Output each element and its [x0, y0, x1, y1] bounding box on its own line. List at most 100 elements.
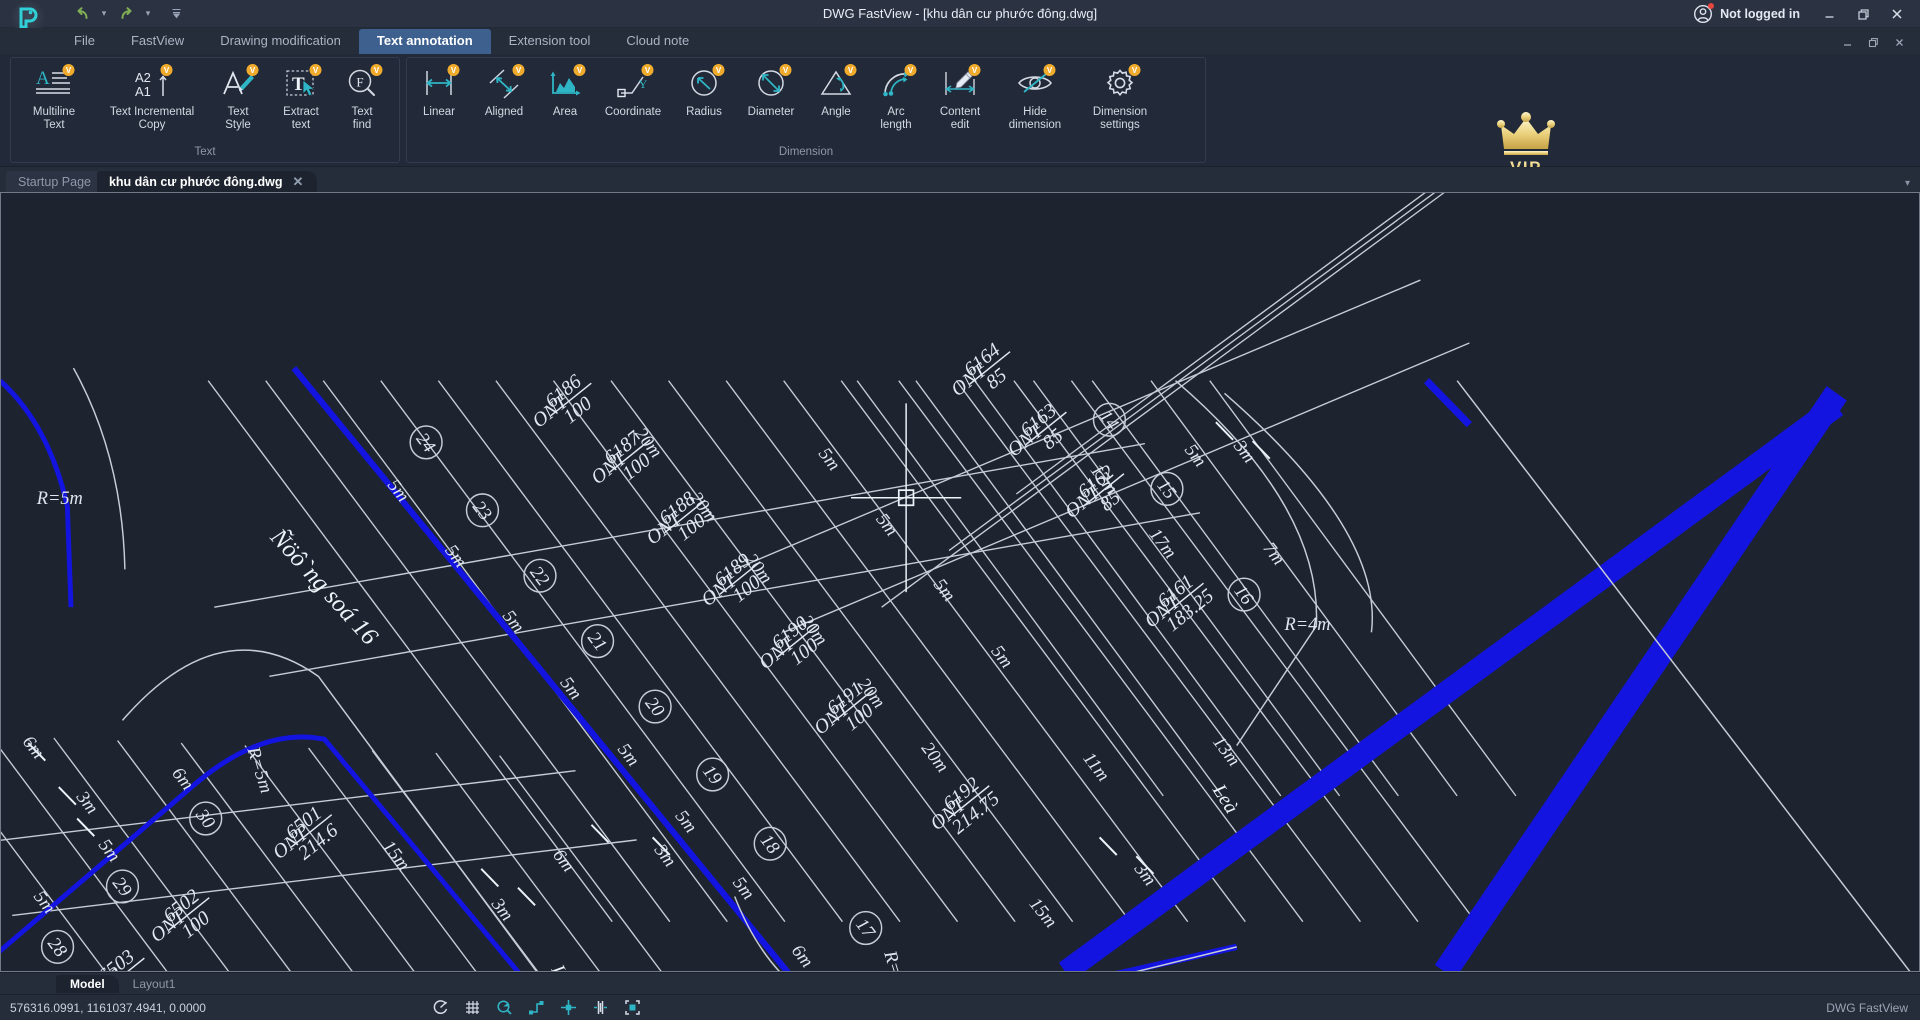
svg-text:V: V	[1047, 66, 1053, 75]
ribbon-button-angle[interactable]: V Angle	[807, 62, 865, 119]
doc-maximize-button[interactable]	[1860, 32, 1886, 52]
ribbon-button-coordinate[interactable]: Y V Coordinate	[593, 62, 673, 119]
ribbon-button-hide-dimension[interactable]: V Hide dimension	[993, 62, 1077, 132]
vip-badge-icon: V	[779, 64, 792, 81]
window-controls	[1812, 0, 1914, 28]
menu-item-extension-tool[interactable]: Extension tool	[491, 29, 609, 54]
ribbon-button-linear[interactable]: V Linear	[407, 62, 471, 119]
osnap-toggle-icon[interactable]	[430, 998, 450, 1018]
close-button[interactable]	[1880, 0, 1914, 28]
document-tab-startup-page[interactable]: Startup Page	[6, 171, 103, 192]
multiline-text-icon: A V	[32, 64, 76, 104]
layout-tab-layout1[interactable]: Layout1	[119, 975, 190, 993]
layout-tab-model[interactable]: Model	[56, 974, 119, 993]
close-icon	[1892, 9, 1902, 19]
ribbon-button-dimension-settings[interactable]: V Dimension settings	[1077, 62, 1163, 132]
menu-item-text-annotation[interactable]: Text annotation	[358, 29, 491, 54]
doc-minimize-button[interactable]	[1834, 32, 1860, 52]
ribbon-label: Multiline Text	[32, 106, 76, 131]
tab-close-icon[interactable]: ✕	[290, 174, 305, 190]
ribbon-button-diameter[interactable]: V Diameter	[735, 62, 807, 119]
ribbon-button-content-edit[interactable]: V Content edit	[927, 62, 993, 132]
extract-text-icon: T V	[279, 64, 323, 104]
menu-item-cloud-note[interactable]: Cloud note	[608, 29, 707, 54]
ribbon-button-aligned[interactable]: V Aligned	[471, 62, 537, 119]
crown-icon	[1497, 111, 1555, 155]
drawing-canvas-area[interactable]: ONT 6186 100 ONT 6187 100 ONT 6188 100 ONT 6189 100…	[0, 192, 1920, 972]
maximize-button[interactable]	[1846, 0, 1880, 28]
maximize-restore-icon	[1857, 8, 1869, 20]
vip-badge-icon: V	[160, 64, 173, 81]
svg-text:V: V	[66, 66, 72, 75]
ribbon-label: Area	[552, 106, 578, 118]
coordinate-readout: 576316.0991, 1161037.4941, 0.0000	[10, 1000, 206, 1015]
ribbon-button-text-style[interactable]: V Text Style	[207, 62, 269, 132]
svg-text:F: F	[356, 75, 363, 90]
vip-badge-icon: V	[968, 64, 981, 81]
hide-dimension-icon: V	[1013, 64, 1057, 104]
ribbon-toolbar: A V Multiline Text A2 A1 V Text Incremen…	[0, 54, 1920, 177]
svg-text:V: V	[716, 66, 722, 75]
ribbon-label: Diameter	[747, 106, 795, 118]
customize-quick-access-button[interactable]	[166, 4, 186, 24]
menu-item-file[interactable]: File	[56, 29, 113, 54]
ribbon-group-label-dimension: Dimension	[778, 146, 834, 158]
tab-label: Startup Page	[18, 174, 91, 189]
document-window-controls	[1834, 32, 1912, 52]
vip-badge-icon: V	[904, 64, 917, 81]
ortho-toggle-icon[interactable]	[526, 998, 546, 1018]
ribbon-button-extract-text[interactable]: T V Extract text	[269, 62, 333, 132]
layout-tab-bar: Model Layout1	[0, 972, 1920, 994]
vip-badge-icon: V	[309, 64, 322, 81]
ribbon-label: Text find	[351, 106, 373, 131]
redo-button[interactable]	[116, 4, 136, 24]
vip-badge-icon: V	[512, 64, 525, 81]
text-style-icon: V	[216, 64, 260, 104]
doc-close-button[interactable]	[1886, 32, 1912, 52]
text-find-icon: F V	[340, 64, 384, 104]
menu-item-fastview[interactable]: FastView	[113, 29, 202, 54]
svg-text:A: A	[36, 68, 50, 89]
ribbon-label: Text Style	[225, 106, 251, 131]
ribbon-label: Angle	[821, 106, 851, 118]
aligned-dimension-icon: V	[482, 64, 526, 104]
ribbon-button-text-find[interactable]: F V Text find	[333, 62, 391, 132]
document-tabs-overflow-button[interactable]: ▾	[1905, 178, 1910, 189]
undo-dropdown-button[interactable]: ▾	[94, 4, 114, 24]
svg-text:V: V	[313, 66, 319, 75]
redo-arrow-icon	[121, 6, 131, 19]
arc-length-dimension-icon: V	[874, 64, 918, 104]
svg-text:V: V	[848, 66, 854, 75]
ribbon-button-radius[interactable]: V Radius	[673, 62, 735, 119]
vip-badge-icon: V	[370, 64, 383, 81]
ribbon-group-label-text: Text	[194, 146, 216, 158]
vip-badge-icon: V	[246, 64, 259, 81]
user-avatar-icon	[1693, 3, 1715, 24]
ribbon-label: Text Incremental Copy	[109, 106, 195, 131]
grid-toggle-icon[interactable]	[462, 998, 482, 1018]
document-tab-drawing[interactable]: khu dân cư phước đông.dwg ✕	[96, 171, 318, 192]
svg-text:V: V	[1132, 66, 1138, 75]
content-edit-icon: V	[938, 64, 982, 104]
minimize-button[interactable]	[1812, 0, 1846, 28]
undo-button[interactable]	[72, 4, 92, 24]
ribbon-button-arc-length[interactable]: V Arc length	[865, 62, 927, 132]
ribbon-button-text-incremental-copy[interactable]: A2 A1 V Text Incremental Copy	[97, 62, 207, 132]
text-incremental-copy-icon: A2 A1 V	[130, 64, 174, 104]
redo-dropdown-button[interactable]: ▾	[138, 4, 158, 24]
canvas-border	[0, 192, 1920, 972]
snap-point-toggle-icon[interactable]	[558, 998, 578, 1018]
ribbon-button-multiline-text[interactable]: A V Multiline Text	[11, 62, 97, 132]
ribbon-label: Aligned	[484, 106, 524, 118]
account-button[interactable]: Not logged in	[1693, 0, 1800, 28]
radius-dimension-icon: V	[682, 64, 726, 104]
svg-text:V: V	[164, 66, 170, 75]
svg-text:V: V	[972, 66, 978, 75]
ribbon-button-area[interactable]: V Area	[537, 62, 593, 119]
maximize-restore-icon	[1868, 37, 1878, 47]
dynamic-input-toggle-icon[interactable]	[590, 998, 610, 1018]
zoom-toggle-icon[interactable]	[494, 998, 514, 1018]
fullscreen-toggle-icon[interactable]	[622, 998, 642, 1018]
menu-item-drawing-modification[interactable]: Drawing modification	[202, 29, 359, 54]
vip-badge-icon: V	[1043, 64, 1056, 81]
